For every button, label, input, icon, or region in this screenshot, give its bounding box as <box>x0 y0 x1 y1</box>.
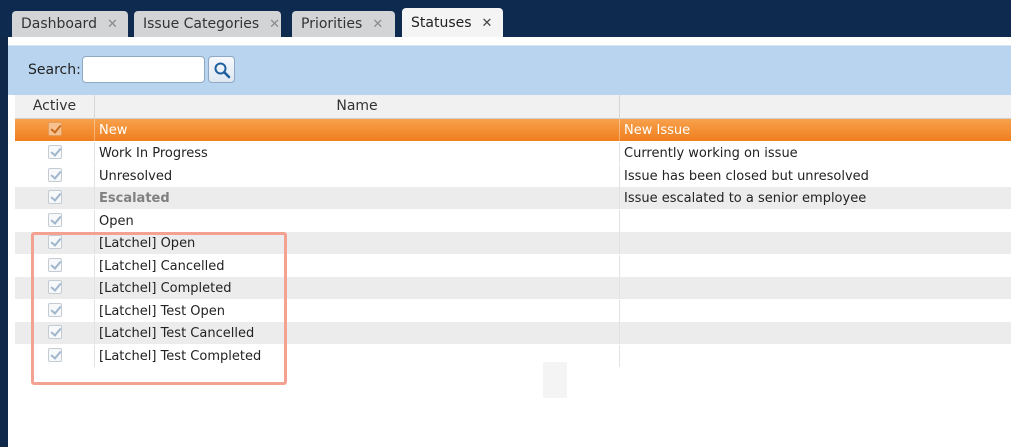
table-row[interactable]: Open <box>15 210 1011 232</box>
highlight-annotation <box>31 232 287 385</box>
search-icon <box>214 62 230 78</box>
tab-label: Priorities <box>301 16 363 32</box>
tab-label: Issue Categories <box>143 16 260 32</box>
table-row[interactable]: Unresolved Issue has been closed but unr… <box>15 165 1011 187</box>
name-cell: New <box>99 123 128 138</box>
tab-dashboard[interactable]: Dashboard ✕ <box>12 11 128 37</box>
name-cell: Escalated <box>99 191 170 206</box>
active-checkbox[interactable] <box>48 190 62 204</box>
description-cell: Issue has been closed but unresolved <box>624 169 869 184</box>
tab-label: Dashboard <box>21 16 97 32</box>
close-icon[interactable]: ✕ <box>482 16 493 31</box>
close-icon[interactable]: ✕ <box>372 17 383 32</box>
search-button[interactable] <box>208 56 235 83</box>
tab-bar: Dashboard ✕ Issue Categories ✕ Prioritie… <box>0 0 1011 38</box>
active-cell <box>15 210 94 232</box>
active-cell <box>15 142 94 164</box>
search-input[interactable] <box>82 56 205 83</box>
active-checkbox[interactable] <box>48 145 62 159</box>
close-icon[interactable]: ✕ <box>107 17 118 32</box>
active-checkbox[interactable] <box>48 213 62 227</box>
description-cell: New Issue <box>624 123 691 138</box>
column-header-name[interactable]: Name <box>95 95 620 118</box>
column-header-active[interactable]: Active <box>15 95 95 118</box>
active-cell <box>15 165 94 187</box>
active-cell <box>15 187 94 209</box>
name-cell: Open <box>99 214 134 229</box>
tab-issue-categories[interactable]: Issue Categories ✕ <box>134 11 281 37</box>
active-checkbox[interactable] <box>48 168 62 182</box>
tab-label: Statuses <box>411 15 472 31</box>
scroll-placeholder <box>543 362 567 398</box>
active-checkbox[interactable] <box>48 122 62 136</box>
active-cell <box>15 119 94 141</box>
tab-priorities[interactable]: Priorities ✕ <box>292 11 395 37</box>
name-cell: Unresolved <box>99 169 173 184</box>
table-row[interactable]: New New Issue <box>15 119 1011 141</box>
search-label: Search: <box>28 62 81 78</box>
name-cell: Work In Progress <box>99 146 208 161</box>
column-header-description[interactable] <box>620 95 1011 118</box>
close-icon[interactable]: ✕ <box>269 17 280 32</box>
grid-header: Active Name <box>15 95 1011 119</box>
description-cell: Issue escalated to a senior employee <box>624 191 867 206</box>
table-row[interactable]: Work In Progress Currently working on is… <box>15 142 1011 164</box>
table-row[interactable]: Escalated Issue escalated to a senior em… <box>15 187 1011 209</box>
description-cell: Currently working on issue <box>624 146 798 161</box>
tab-statuses[interactable]: Statuses ✕ <box>402 8 503 38</box>
search-bar: Search: <box>8 45 1011 95</box>
